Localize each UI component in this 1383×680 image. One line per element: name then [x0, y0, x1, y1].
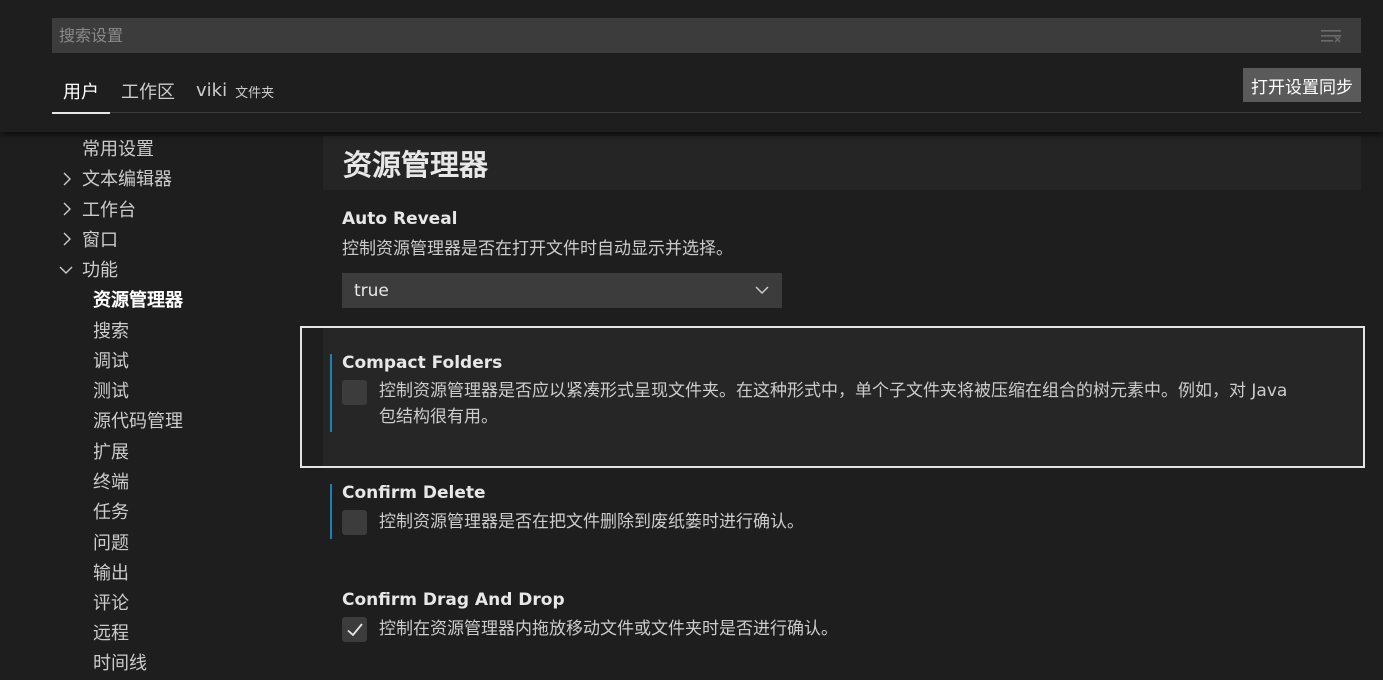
settings-scope-tabs: 用户 工作区 viki 文件夹 — [52, 68, 1361, 114]
setting-description-auto-reveal: 控制资源管理器是否在打开文件时自动显示并选择。 — [342, 239, 733, 259]
chevron-right-icon[interactable] — [60, 202, 74, 216]
toc-item-label: 测试 — [93, 381, 129, 402]
toc-item-label: 终端 — [93, 472, 129, 493]
check-icon — [347, 623, 363, 637]
section-header: 资源管理器 — [323, 136, 1361, 190]
search-input[interactable] — [52, 18, 1302, 53]
toc-item-label: 功能 — [82, 260, 118, 281]
toc-item-label: 评论 — [93, 593, 129, 614]
toc-item-extensions[interactable]: 扩展 — [93, 436, 129, 466]
setting-description-compact-folders-line1: 控制资源管理器是否应以紧凑形式呈现文件夹。在这种形式中，单个子文件夹将被压缩在组… — [379, 381, 1288, 401]
toc-item-problems[interactable]: 问题 — [93, 527, 129, 557]
turn-on-settings-sync-button[interactable]: 打开设置同步 — [1243, 68, 1361, 102]
toc-item-explorer[interactable]: 资源管理器 — [93, 284, 183, 314]
toc-item-remote[interactable]: 远程 — [93, 617, 129, 647]
chevron-right-icon[interactable] — [60, 232, 74, 246]
clear-filter-icon[interactable] — [1321, 29, 1341, 43]
setting-description-confirm-drag-and-drop: 控制在资源管理器内拖放移动文件或文件夹时是否进行确认。 — [379, 619, 838, 639]
toc-item-scm[interactable]: 源代码管理 — [93, 405, 183, 435]
settings-list: 资源管理器 Auto Reveal 控制资源管理器是否在打开文件时自动显示并选择… — [300, 132, 1383, 680]
setting-description-confirm-delete: 控制资源管理器是否在把文件删除到废纸篓时进行确认。 — [379, 512, 804, 532]
toc-item-label: 搜索 — [93, 321, 129, 342]
tab-user[interactable]: 用户 — [52, 68, 110, 114]
toc-item-label: 时间线 — [93, 653, 147, 674]
tab-folder[interactable]: viki 文件夹 — [196, 68, 274, 113]
toc-item-workbench[interactable]: 工作台 — [82, 194, 136, 224]
toc-item-terminal[interactable]: 终端 — [93, 466, 129, 496]
toc-item-label: 扩展 — [93, 442, 129, 463]
toc-item-comments[interactable]: 评论 — [93, 587, 129, 617]
setting-title-confirm-drag-and-drop: Confirm Drag And Drop — [342, 590, 565, 610]
toc-item-timeline[interactable]: 时间线 — [93, 647, 147, 677]
toc-item-label: 调试 — [93, 351, 129, 372]
tab-folder-label: viki — [196, 80, 228, 101]
setting-title-auto-reveal: Auto Reveal — [342, 209, 458, 229]
modified-indicator — [330, 354, 332, 432]
settings-toc-tree: 常用设置 文本编辑器 工作台 窗口 功能 资源管理器 搜索 调试 测试 源代码管… — [0, 132, 300, 680]
toc-item-label: 问题 — [93, 533, 129, 554]
compact-folders-checkbox[interactable] — [342, 380, 367, 405]
tab-user-label: 用户 — [63, 81, 99, 103]
toc-item-output[interactable]: 输出 — [93, 557, 129, 587]
toc-item-label: 文本编辑器 — [82, 169, 172, 190]
tab-workspace[interactable]: 工作区 — [121, 68, 175, 113]
toc-item-testing[interactable]: 测试 — [93, 375, 129, 405]
setting-title-compact-folders: Compact Folders — [342, 353, 503, 373]
auto-reveal-select-value: true — [354, 280, 389, 301]
toc-item-label: 常用设置 — [82, 139, 154, 160]
section-title: 资源管理器 — [343, 148, 489, 182]
toc-item-features[interactable]: 功能 — [82, 254, 118, 284]
auto-reveal-select[interactable]: true — [342, 273, 782, 308]
toc-item-debug[interactable]: 调试 — [93, 345, 129, 375]
tab-folder-sublabel: 文件夹 — [235, 86, 275, 101]
confirm-drag-and-drop-checkbox[interactable] — [342, 617, 367, 642]
toc-item-label: 资源管理器 — [93, 290, 183, 311]
toc-item-window[interactable]: 窗口 — [82, 224, 118, 254]
chevron-right-icon[interactable] — [60, 172, 74, 186]
toc-item-search[interactable]: 搜索 — [93, 315, 129, 345]
toc-item-text-editor[interactable]: 文本编辑器 — [82, 163, 172, 193]
active-tab-indicator — [52, 112, 110, 114]
toc-item-commonly-used[interactable]: 常用设置 — [82, 133, 154, 163]
toc-item-label: 输出 — [93, 563, 129, 584]
tab-workspace-label: 工作区 — [121, 81, 175, 103]
toc-item-label: 源代码管理 — [93, 411, 183, 432]
toc-item-tasks[interactable]: 任务 — [93, 496, 129, 526]
toc-item-label: 任务 — [93, 502, 129, 523]
modified-indicator — [330, 484, 332, 539]
chevron-down-icon[interactable] — [59, 263, 73, 277]
setting-title-confirm-delete: Confirm Delete — [342, 483, 486, 503]
chevron-down-icon — [755, 286, 769, 295]
settings-header: 用户 工作区 viki 文件夹 打开设置同步 — [0, 0, 1383, 132]
confirm-delete-checkbox[interactable] — [342, 510, 367, 535]
toc-item-label: 工作台 — [82, 200, 136, 221]
toc-item-label: 窗口 — [82, 230, 118, 251]
search-box[interactable] — [52, 18, 1361, 53]
setting-description-compact-folders-line2: 包结构很有用。 — [379, 407, 498, 427]
toc-item-label: 远程 — [93, 623, 129, 644]
